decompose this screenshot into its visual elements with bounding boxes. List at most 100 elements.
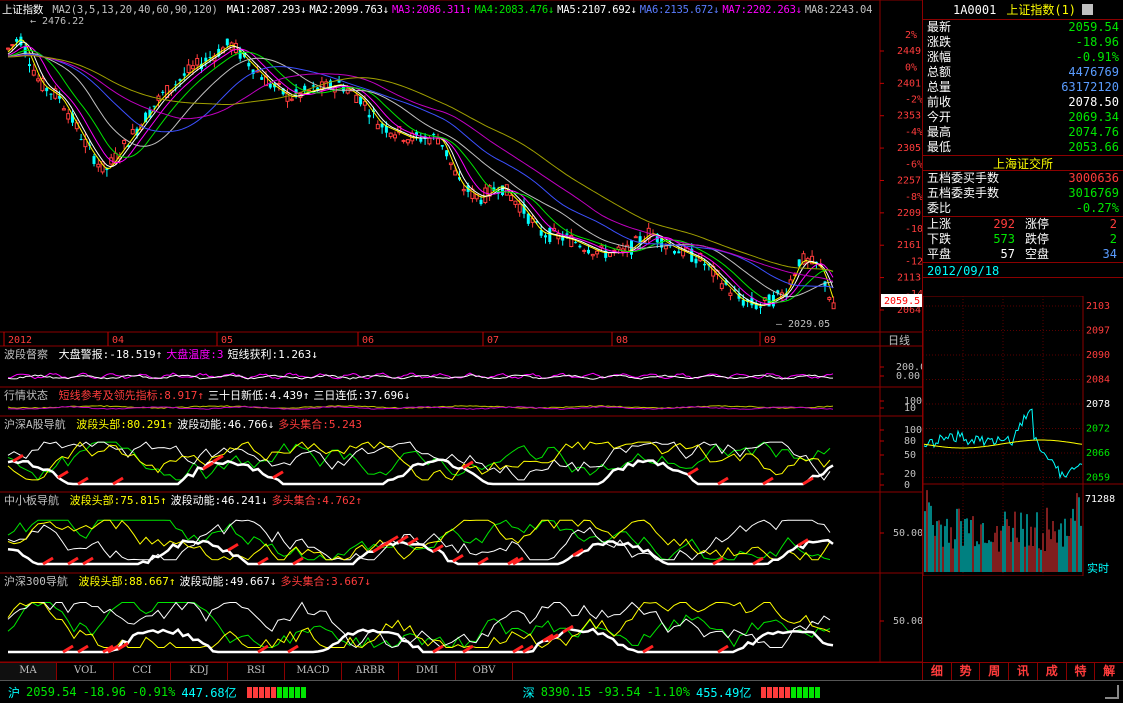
- candle-up: [31, 69, 36, 76]
- breadth-bar-segment: [288, 686, 294, 698]
- candle-up: [186, 64, 191, 73]
- right-tab-特[interactable]: 特: [1067, 663, 1096, 680]
- sh-amount: 447.68亿: [181, 685, 237, 700]
- period-label: 日线: [888, 333, 910, 347]
- breadth-bar-segment: [773, 686, 779, 698]
- chart-area[interactable]: 2449.1 2% 2401.1 0% 2353.1 -2% 2305.1 -4% 2257.0…: [0, 0, 922, 680]
- breadth-bar-segment: [246, 686, 252, 698]
- ma-line-8: [7, 55, 834, 272]
- candle-up: [388, 132, 393, 138]
- breadth-bar-segment: [767, 686, 773, 698]
- candle-up: [66, 113, 71, 120]
- candle-down: [440, 144, 444, 147]
- quote-label: 最低: [927, 140, 952, 154]
- tab-rsi[interactable]: RSI: [228, 663, 285, 680]
- breadth-label: 下跌: [927, 232, 952, 246]
- quote-row: 总额 4476769: [923, 65, 1123, 80]
- breadth-bar-segment: [797, 686, 803, 698]
- tab-vol[interactable]: VOL: [57, 663, 114, 680]
- candle-down: [432, 133, 436, 136]
- nav-bull-segment: [802, 476, 814, 486]
- candle-up: [307, 89, 311, 92]
- price-tag: 2059.5: [884, 296, 920, 307]
- sh-summary[interactable]: 沪 2059.54 -18.96 -0.91% 447.68亿: [8, 684, 313, 701]
- breadth-value: 573: [993, 232, 1015, 246]
- tab-macd[interactable]: MACD: [285, 663, 342, 680]
- right-tab-细[interactable]: 细: [923, 663, 952, 680]
- sz-breadth-bar: [761, 686, 821, 698]
- nav-panel-3: [7, 601, 834, 654]
- breadth-value: 2: [1109, 232, 1117, 246]
- intraday-price-tick: 2097: [1086, 326, 1110, 337]
- breadth-label: 上涨: [927, 217, 952, 231]
- intraday-chart[interactable]: 2103 2097 2090 2084 2078 2072 2066 2059 71288 实时: [923, 296, 1123, 576]
- candle-down: [182, 73, 186, 76]
- intraday-price-tick: 2066: [1086, 448, 1110, 459]
- ma-header: 上证指数 MA2(3,5,13,20,40,60,90,120) MA1:208…: [2, 2, 878, 17]
- indicator-tick-label: 50: [904, 450, 916, 461]
- pct-tick-label: -6%: [905, 160, 922, 171]
- pct-tick-label: -2%: [905, 95, 922, 106]
- candle-up: [595, 250, 600, 255]
- candle-up: [448, 162, 453, 166]
- indicator-value-3: 多头集合:4.762↑: [271, 494, 362, 507]
- candle-up: [663, 245, 668, 250]
- breadth-row: 上涨 292 涨停 2: [923, 217, 1123, 232]
- candle-up: [436, 138, 440, 145]
- nav-bull-segment: [57, 470, 69, 479]
- sh-change: -18.96: [82, 685, 126, 699]
- right-tab-讯[interactable]: 讯: [1009, 663, 1038, 680]
- right-tab-成[interactable]: 成: [1038, 663, 1067, 680]
- candle-down: [247, 62, 251, 67]
- candle-down: [565, 233, 569, 235]
- quote-row: 最高 2074.76: [923, 125, 1123, 140]
- pct-tick-label: -10%: [905, 224, 922, 235]
- indicator-items: 波段头部:80.291↑ 波段动能:46.766↓ 多头集合:5.243: [76, 418, 366, 431]
- breadth-value: 2: [1109, 217, 1117, 231]
- candle-up: [608, 252, 612, 257]
- breadth-bar-segment: [282, 686, 288, 698]
- tab-obv[interactable]: OBV: [456, 663, 513, 680]
- indicator-tabs: MA VOL CCI KDJ RSI MACD ARBR DMI OBV: [0, 662, 922, 680]
- quote-label: 总量: [927, 80, 952, 94]
- tab-arbr[interactable]: ARBR: [342, 663, 399, 680]
- breadth-label: 跌停: [1024, 232, 1049, 246]
- sz-summary[interactable]: 深 8390.15 -93.54 -1.10% 455.49亿: [523, 684, 828, 701]
- candle-down: [419, 138, 423, 142]
- ma-value-4: MA4:2083.476↓: [474, 4, 555, 16]
- chart-canvas[interactable]: 2449.1 2% 2401.1 0% 2353.1 -2% 2305.1 -4% 2257.0…: [0, 0, 922, 662]
- y-tick-label: 2161.0: [897, 240, 922, 251]
- intraday-price-tick: 2078: [1086, 399, 1110, 410]
- exchange-name: 上海证交所: [923, 155, 1123, 171]
- candle-up: [130, 128, 135, 135]
- candle-down: [587, 249, 590, 254]
- resize-grip-icon[interactable]: [1105, 685, 1119, 699]
- quote-label: 涨幅: [927, 50, 952, 64]
- tab-ma[interactable]: MA: [0, 663, 57, 680]
- intraday-price-tick: 2103: [1086, 301, 1110, 312]
- candle-up: [195, 57, 200, 66]
- nav-bull-segment: [687, 467, 699, 476]
- order-label: 五档委卖手数: [927, 186, 1000, 200]
- nav-line: [7, 601, 831, 649]
- candle-down: [45, 87, 49, 92]
- right-tab-解[interactable]: 解: [1095, 663, 1123, 680]
- right-tab-周[interactable]: 周: [980, 663, 1010, 680]
- nav-line: [7, 519, 831, 561]
- tab-dmi[interactable]: DMI: [399, 663, 456, 680]
- tab-cci[interactable]: CCI: [114, 663, 171, 680]
- indicator-tick-label: 0: [904, 480, 910, 491]
- indicator-tick-label: 80: [904, 436, 916, 447]
- quote-label: 今开: [927, 110, 952, 124]
- quote-panel: 1A0001 上证指数 (1) 最新 2059.54 涨跌 -18.96 涨幅 -0.91…: [922, 0, 1123, 680]
- candle-up: [345, 88, 350, 94]
- breadth-bar-segment: [294, 686, 300, 698]
- right-tab-势[interactable]: 势: [952, 663, 981, 680]
- breadth-value: 57: [1000, 247, 1015, 261]
- tab-kdj[interactable]: KDJ: [171, 663, 228, 680]
- candle-down: [79, 139, 83, 141]
- candle-up: [453, 170, 458, 176]
- expand-icon[interactable]: [1082, 4, 1094, 15]
- stock-name: 上证指数: [1006, 2, 1055, 17]
- ma-value-7: MA7:2202.263↓: [722, 4, 802, 16]
